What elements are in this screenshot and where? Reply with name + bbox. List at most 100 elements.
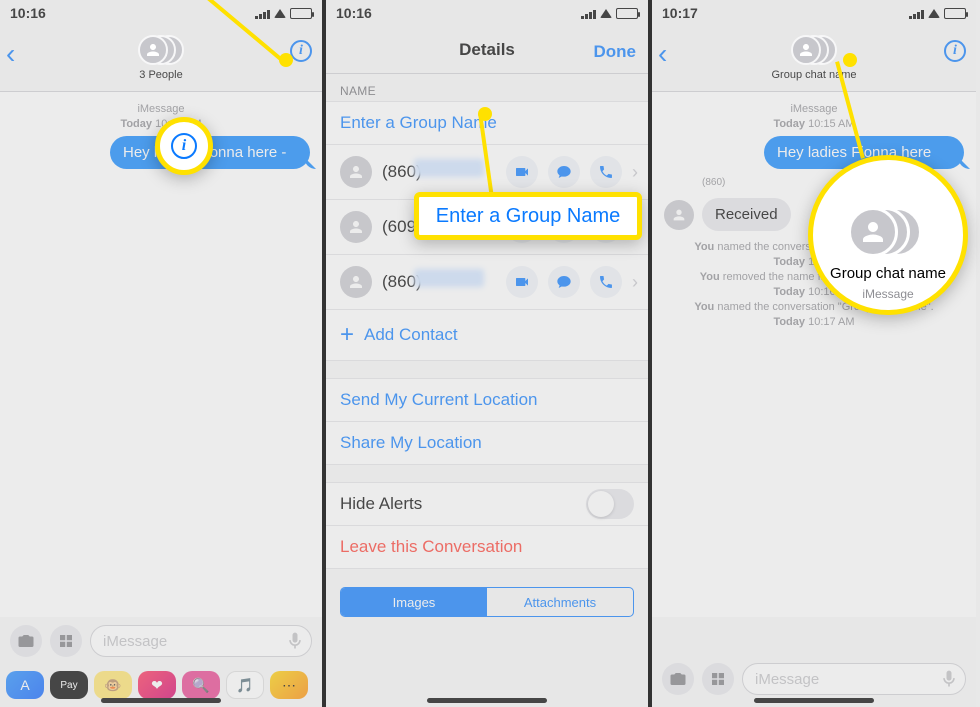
header-title: Group chat name [772, 69, 857, 81]
chevron-right-icon: › [632, 272, 638, 293]
message-button[interactable] [548, 266, 580, 298]
system-timestamp: Today 10:15 AM [652, 118, 976, 130]
status-bar: 10:16 [0, 0, 322, 26]
system-event: You named the conversation "Group chat n… [652, 301, 976, 313]
sender-number: (860) [702, 177, 976, 188]
info-button[interactable]: i [290, 40, 312, 62]
contact-row[interactable]: (860) › [326, 254, 648, 310]
images-chip[interactable]: 🔍 [182, 671, 220, 699]
sent-message[interactable]: Hey ladies Fionna here [764, 136, 964, 169]
add-contact-button[interactable]: +Add Contact [326, 309, 648, 361]
seg-attachments[interactable]: Attachments [487, 588, 633, 616]
input-area: iMessage [652, 651, 976, 707]
sender-avatar-icon [664, 200, 694, 230]
system-timestamp: Today 10:15 AM [0, 118, 322, 130]
camera-button[interactable] [662, 663, 694, 695]
segmented-control[interactable]: Images Attachments [340, 587, 634, 617]
system-event-time: Today 10:15 AM [652, 256, 976, 268]
contact-avatar-icon [340, 266, 372, 298]
system-label: iMessage [652, 103, 976, 115]
call-button[interactable] [590, 211, 622, 243]
details-header: Details Done [326, 26, 648, 74]
seg-images[interactable]: Images [341, 588, 487, 616]
group-avatar[interactable] [791, 33, 837, 67]
contact-row[interactable]: (609) › [326, 199, 648, 255]
input-area: iMessage A Pay 🐵 ❤ 🔍 🎵 ⋯ [0, 619, 322, 707]
call-button[interactable] [590, 156, 622, 188]
chevron-right-icon: › [632, 162, 638, 183]
done-button[interactable]: Done [594, 42, 637, 62]
details-title: Details [459, 40, 515, 60]
contact-avatar-icon [340, 211, 372, 243]
hide-alerts-row: Hide Alerts [326, 482, 648, 526]
group-avatar[interactable] [138, 33, 184, 67]
wifi-icon [928, 9, 940, 18]
conversation-header: ‹ 3 People i [0, 26, 322, 92]
more-chip[interactable]: ⋯ [270, 671, 308, 699]
group-name-input[interactable]: Enter a Group Name [326, 101, 648, 145]
home-indicator[interactable] [754, 698, 874, 703]
cellular-icon [255, 8, 270, 19]
app-store-chip[interactable]: A [6, 671, 44, 699]
leave-conversation-button[interactable]: Leave this Conversation [326, 525, 648, 569]
battery-icon [616, 8, 638, 19]
apps-button[interactable] [50, 625, 82, 657]
contact-avatar-icon [340, 156, 372, 188]
message-button[interactable] [548, 156, 580, 188]
back-button[interactable]: ‹ [6, 38, 15, 70]
microphone-icon [939, 669, 959, 689]
plus-icon: + [340, 321, 354, 349]
message-input[interactable]: iMessage [90, 625, 312, 657]
header-title: 3 People [139, 69, 182, 81]
contact-row[interactable]: (860) › [326, 144, 648, 200]
system-event-time: Today 10:17 AM [652, 316, 976, 328]
share-location-button[interactable]: Share My Location [326, 421, 648, 465]
cellular-icon [581, 8, 596, 19]
clock: 10:16 [336, 5, 372, 21]
message-input[interactable]: iMessage [742, 663, 966, 695]
clock: 10:17 [662, 5, 698, 21]
clock: 10:16 [10, 5, 46, 21]
video-call-button[interactable] [506, 156, 538, 188]
system-event: You named the conversation "Group chat n… [652, 241, 976, 253]
system-event-time: Today 10:16 AM [652, 286, 976, 298]
wifi-icon [274, 9, 286, 18]
conversation-body: iMessage Today 10:15 AM Hey ladies Fionn… [0, 92, 322, 617]
battery-icon [944, 8, 966, 19]
wifi-icon [600, 9, 612, 18]
home-indicator[interactable] [427, 698, 547, 703]
chevron-right-icon: › [632, 217, 638, 238]
system-event: You removed the name from this conversat… [652, 271, 976, 283]
memoji-chip[interactable]: 🐵 [94, 671, 132, 699]
conversation-body: iMessage Today 10:15 AM Hey ladies Fionn… [652, 92, 976, 617]
info-button[interactable]: i [944, 40, 966, 62]
sent-message[interactable]: Hey ladies Fionna here - [110, 136, 310, 169]
microphone-icon [285, 631, 305, 651]
video-call-button[interactable] [506, 211, 538, 243]
conversation-header: ‹ Group chat name i [652, 26, 976, 92]
info-icon: i [290, 40, 312, 62]
status-bar: 10:16 [326, 0, 648, 26]
back-button[interactable]: ‹ [658, 38, 667, 70]
info-icon: i [944, 40, 966, 62]
received-message[interactable]: Received [702, 198, 791, 231]
music-chip[interactable]: 🎵 [226, 671, 264, 699]
camera-button[interactable] [10, 625, 42, 657]
cellular-icon [909, 8, 924, 19]
send-location-button[interactable]: Send My Current Location [326, 378, 648, 422]
home-indicator[interactable] [101, 698, 221, 703]
call-button[interactable] [590, 266, 622, 298]
battery-icon [290, 8, 312, 19]
group-name-placeholder: Enter a Group Name [340, 113, 497, 133]
name-section-label: NAME [326, 74, 648, 102]
message-placeholder: iMessage [755, 671, 819, 688]
digital-touch-chip[interactable]: ❤ [138, 671, 176, 699]
status-bar: 10:17 [652, 0, 976, 26]
apps-button[interactable] [702, 663, 734, 695]
message-button[interactable] [548, 211, 580, 243]
message-placeholder: iMessage [103, 633, 167, 650]
system-label: iMessage [0, 103, 322, 115]
video-call-button[interactable] [506, 266, 538, 298]
apple-pay-chip[interactable]: Pay [50, 671, 88, 699]
hide-alerts-toggle[interactable] [586, 489, 634, 519]
